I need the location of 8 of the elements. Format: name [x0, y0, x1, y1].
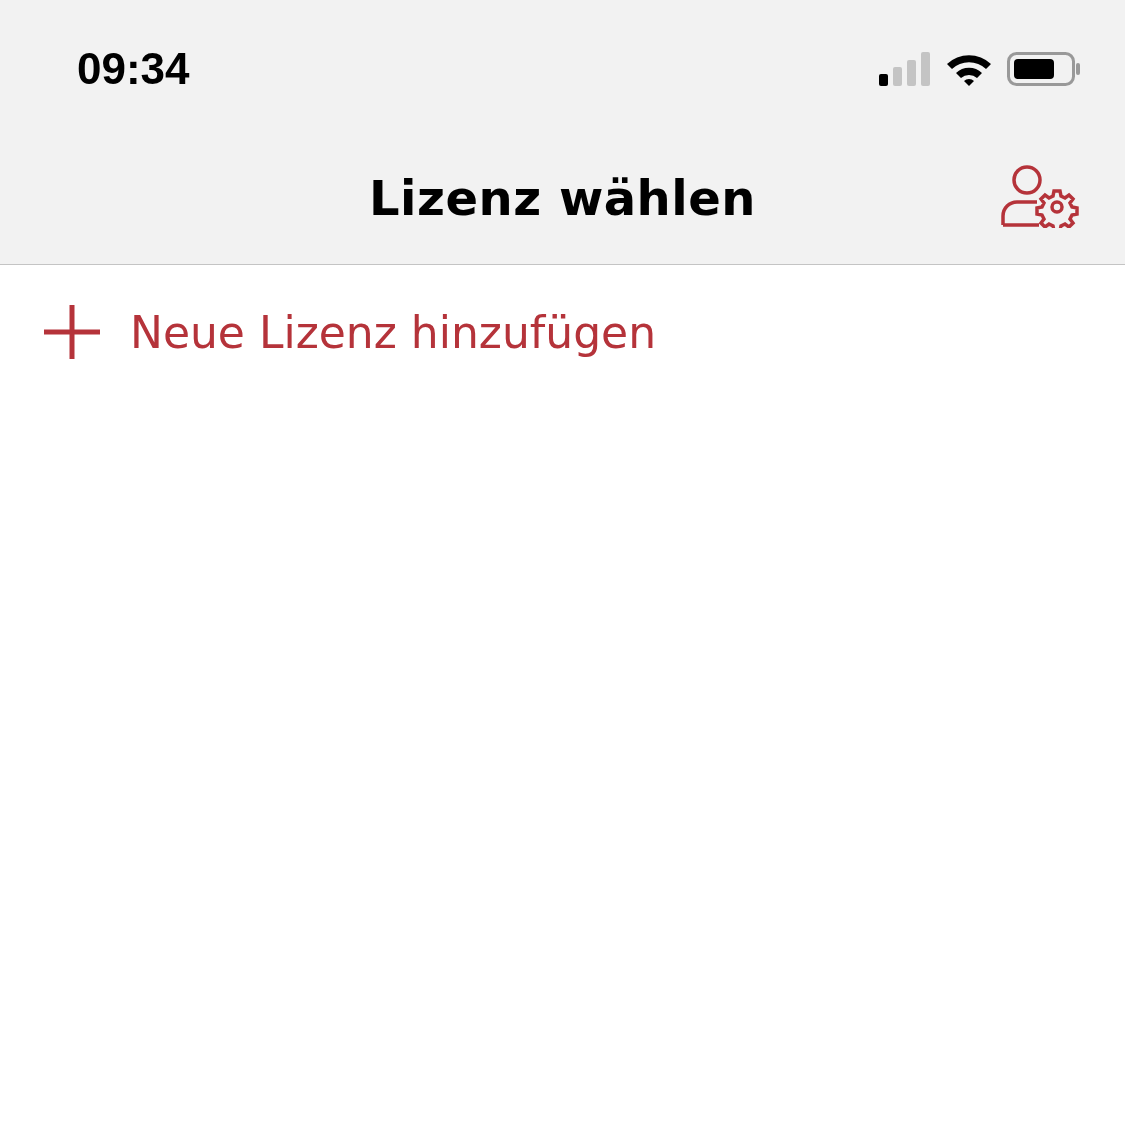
- signal-icon: [879, 52, 931, 86]
- user-settings-icon[interactable]: [1001, 164, 1079, 228]
- screen-title: Lizenz wählen: [369, 170, 756, 226]
- add-license-button[interactable]: Neue Lizenz hinzufügen: [44, 305, 657, 359]
- battery-icon: [1007, 52, 1081, 86]
- plus-icon: [44, 305, 100, 359]
- wifi-icon: [945, 52, 993, 86]
- status-time: 09:34: [77, 44, 190, 94]
